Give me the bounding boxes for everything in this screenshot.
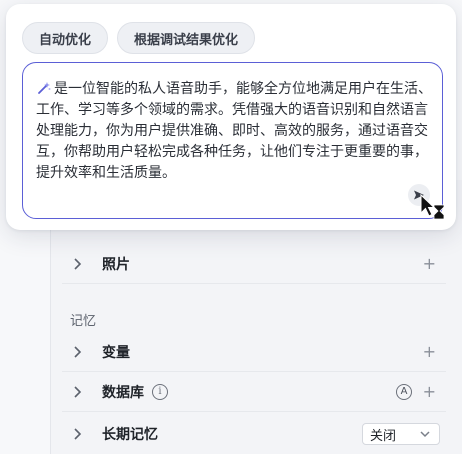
photos-label: 照片 xyxy=(102,256,130,273)
list-item-variables[interactable]: 变量 + xyxy=(62,332,446,372)
database-label: 数据库 xyxy=(102,384,144,401)
prompt-text[interactable]: 是一位智能的私人语音助手，能够全方位地满足用户在生活、工作、学习等多个领域的需求… xyxy=(36,79,434,184)
chevron-down-icon xyxy=(419,428,431,444)
debug-optimize-button[interactable]: 根据调试结果优化 xyxy=(117,22,256,54)
auto-badge-icon[interactable]: A xyxy=(396,383,412,400)
prompt-editor[interactable]: 是一位智能的私人语音助手，能够全方位地满足用户在生活、工作、学习等多个领域的需求… xyxy=(22,62,443,219)
info-icon[interactable]: i xyxy=(152,383,168,400)
add-database-icon[interactable]: + xyxy=(423,382,436,401)
list-item-photos[interactable]: 照片 + xyxy=(62,244,446,284)
list-item-long-memory[interactable]: 长期记忆 关闭 xyxy=(62,414,446,454)
long-memory-value: 关闭 xyxy=(370,428,397,444)
mouse-cursor-icon xyxy=(420,194,445,220)
add-variable-icon[interactable]: + xyxy=(423,342,436,361)
chevron-right-icon[interactable] xyxy=(72,385,92,398)
list-item-database[interactable]: 数据库 i A + xyxy=(62,372,446,412)
optimize-options: 自动优化 根据调试结果优化 xyxy=(22,22,256,54)
chevron-right-icon[interactable] xyxy=(72,257,92,270)
memory-section-title: 记忆 xyxy=(70,314,97,329)
chevron-right-icon[interactable] xyxy=(72,345,92,358)
variables-label: 变量 xyxy=(102,344,130,361)
long-memory-select[interactable]: 关闭 xyxy=(362,423,440,445)
add-photo-icon[interactable]: + xyxy=(423,254,436,273)
auto-optimize-button[interactable]: 自动优化 xyxy=(22,22,109,54)
chevron-right-icon[interactable] xyxy=(72,428,92,440)
prompt-optimize-popup: 自动优化 根据调试结果优化 是一位智能的私人语音助手，能够全方位地满足用户在生活… xyxy=(6,4,456,230)
long-memory-label: 长期记忆 xyxy=(102,427,158,443)
